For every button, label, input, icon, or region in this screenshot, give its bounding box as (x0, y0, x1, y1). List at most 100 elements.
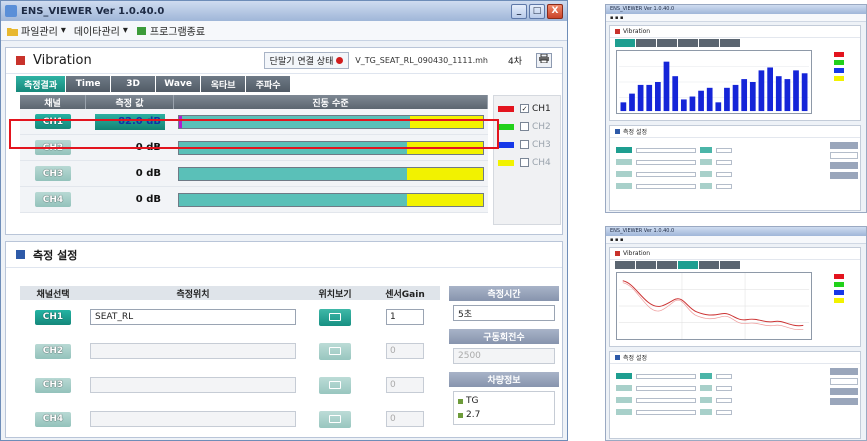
channel-select-button[interactable]: CH2 (35, 343, 71, 359)
location-input[interactable]: SEAT_RL (90, 309, 296, 325)
level-fill (179, 193, 407, 206)
location-input[interactable] (90, 343, 296, 359)
sensor-gain-input[interactable]: 0 (386, 411, 424, 427)
settings-panel: 측정 설정 채널선택 측정위치 위치보기 센서Gain CH1 SEAT_RL 1 C… (5, 241, 563, 438)
menu-data[interactable]: 데이타관리 ▾ (74, 23, 128, 38)
channel-button[interactable]: CH4 (35, 192, 71, 207)
view-location-button[interactable] (319, 376, 351, 394)
printer-icon (539, 53, 549, 64)
tab-3d[interactable]: 3D (111, 76, 156, 92)
thumb-row (616, 144, 812, 156)
vibration-title: Vibration (33, 53, 92, 68)
thumb-top-menu: ▪ ▪ ▪ (606, 14, 866, 22)
legend-checkbox[interactable] (520, 140, 529, 149)
tab-result[interactable]: 측정결과 (16, 76, 66, 92)
legend-checkbox[interactable]: ✓ (520, 104, 529, 113)
settings-title: 측정 설정 (33, 248, 78, 262)
thumb-top-title: ENS_VIEWER Ver 1.0.40.0 (606, 5, 866, 14)
channel-button[interactable]: CH3 (35, 166, 71, 181)
minimize-button[interactable]: _ (511, 3, 527, 19)
rpm-header: 구동회전수 (449, 329, 559, 344)
maximize-button[interactable]: □ (529, 3, 545, 19)
legend-item-ch1[interactable]: ✓ CH1 (498, 100, 556, 117)
time-input[interactable]: 5초 (453, 305, 555, 321)
settings-row-2: CH2 0 (20, 334, 440, 368)
vehicle-info: TG 2.7 (453, 391, 555, 425)
settings-row-3: CH3 0 (20, 368, 440, 402)
legend-checkbox[interactable] (520, 122, 529, 131)
thumb-cam (700, 183, 712, 189)
thumb-wave-chart (616, 272, 812, 340)
legend-item-ch2[interactable]: CH2 (498, 118, 556, 135)
thumb-row (616, 156, 812, 168)
print-button[interactable] (536, 53, 552, 68)
close-button[interactable]: X (547, 3, 563, 19)
thumb-tab (636, 261, 656, 269)
settings-header: 채널선택 측정위치 위치보기 센서Gain (20, 286, 440, 300)
tab-octave[interactable]: 옥타브 (201, 76, 246, 92)
level-warn-zone (407, 167, 483, 180)
program-icon (136, 26, 146, 35)
tab-frequency[interactable]: 주파수 (246, 76, 291, 92)
thumb-bar (758, 70, 765, 112)
channel-select-button[interactable]: CH3 (35, 377, 71, 393)
col-level: 진동 수준 (174, 95, 488, 109)
thumb-gain (716, 147, 732, 153)
thumb-bar (715, 102, 722, 112)
thumb-top-settings-title: 측정 설정 (623, 129, 647, 136)
channel-value: 0 dB (135, 168, 161, 179)
thumb-ch (616, 385, 632, 391)
channel-select-button[interactable]: CH4 (35, 411, 71, 427)
thumb-bottom-panel-title: Vibration (623, 250, 651, 257)
view-location-button[interactable] (319, 342, 351, 360)
view-location-button[interactable] (319, 308, 351, 326)
ch1-highlight-box (9, 119, 499, 149)
sensor-gain-input[interactable]: 0 (386, 343, 424, 359)
sensor-gain-input[interactable]: 1 (386, 309, 424, 325)
tab-time[interactable]: Time (66, 76, 111, 92)
thumb-gain (716, 409, 732, 415)
level-bar (178, 166, 484, 181)
rpm-input[interactable]: 2500 (453, 348, 555, 364)
location-input[interactable] (90, 411, 296, 427)
sensor-gain-input[interactable]: 0 (386, 377, 424, 393)
settings-square-icon (16, 250, 25, 259)
thumb-row (616, 168, 812, 180)
thumb-ch (616, 409, 632, 415)
thumb-bar (663, 61, 670, 112)
thumb-bar (793, 70, 799, 112)
legend-item-ch3[interactable]: CH3 (498, 136, 556, 153)
thumb-tab (615, 39, 635, 47)
vehicle-engine: 2.7 (466, 410, 481, 420)
legend-checkbox[interactable] (520, 158, 529, 167)
tab-wave[interactable]: Wave (156, 76, 201, 92)
channel-select-button[interactable]: CH1 (35, 309, 71, 325)
status-dot-icon (336, 57, 344, 64)
location-input[interactable] (90, 377, 296, 393)
thumb-bar (706, 87, 713, 112)
camera-icon (329, 313, 341, 321)
view-location-button[interactable] (319, 410, 351, 428)
thumb-ch (616, 397, 632, 403)
thumb-bar (749, 82, 756, 112)
thumb-square-icon (615, 355, 620, 360)
thumb-tab (720, 261, 740, 269)
thumb-bar (741, 79, 748, 112)
file-name: V_TG_SEAT_RL_090430_1111.mh (355, 56, 488, 65)
thumb-ch (616, 373, 632, 379)
legend-item-ch4[interactable]: CH4 (498, 154, 556, 171)
thumb-bar (680, 99, 687, 112)
thumb-bar (724, 87, 730, 112)
settings-row-4: CH4 0 (20, 402, 440, 436)
vibration-tabs: 측정결과 Time 3D Wave 옥타브 주파수 (6, 74, 562, 92)
thumb-legend (834, 52, 856, 84)
menu-exit[interactable]: 프로그램종료 (136, 23, 205, 38)
bullet-icon (458, 412, 463, 418)
legend-label: CH2 (532, 121, 551, 132)
thumbnail-wave-view: ENS_VIEWER Ver 1.0.40.0 ▪ ▪ ▪ Vibration … (605, 226, 867, 441)
col-location: 측정위치 (176, 289, 210, 300)
menu-file[interactable]: 파일관리 ▾ (7, 23, 66, 38)
col-view: 위치보기 (318, 289, 352, 300)
thumb-cam (700, 147, 712, 153)
thumb-bottom-title: ENS_VIEWER Ver 1.0.40.0 (606, 227, 866, 236)
